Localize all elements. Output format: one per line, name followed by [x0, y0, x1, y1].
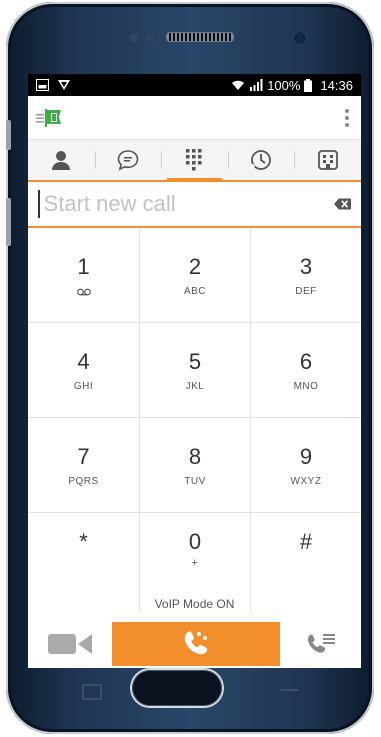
key-digit: 1 [77, 254, 90, 279]
voip-mode-status: VoIP Mode ON [154, 597, 235, 611]
key-5[interactable]: 5 JKL [140, 323, 251, 418]
phone-screen: 100% 14:36 Start new call 1 2 ABC 3 DEF … [28, 74, 361, 668]
key-digit: 8 [188, 443, 202, 469]
chat-bubble-icon [117, 150, 139, 171]
phone-list-icon [307, 634, 335, 653]
volume-down-button [6, 198, 11, 246]
key-9[interactable]: 9 WXYZ [251, 418, 361, 513]
tab-history[interactable] [227, 140, 295, 180]
app-logo-icon [45, 108, 61, 127]
signal-icon [250, 79, 263, 91]
building-icon [317, 150, 338, 170]
text-cursor [38, 190, 40, 218]
key-digit: 2 [188, 253, 202, 279]
battery-percent: 100% [267, 77, 301, 93]
key-2[interactable]: 2 ABC [140, 228, 251, 323]
key-8[interactable]: 8 TUV [140, 418, 251, 513]
voice-call-button[interactable] [112, 622, 280, 666]
key-digit: 3 [299, 253, 313, 279]
proximity-sensor [130, 34, 138, 42]
key-digit: # [299, 529, 313, 554]
shield-notification-icon [58, 80, 70, 90]
key-4[interactable]: 4 GHI [28, 323, 140, 418]
key-digit: 6 [299, 348, 313, 374]
key-letters: MNO [293, 380, 319, 392]
tab-directory[interactable] [294, 140, 361, 180]
volume-up-button [6, 120, 11, 150]
tab-contacts[interactable] [28, 140, 95, 180]
call-action-bar [28, 620, 361, 668]
tab-chat[interactable] [94, 140, 162, 180]
gallery-notification-icon [36, 79, 49, 91]
key-digit: * [79, 529, 88, 554]
hamburger-icon [36, 113, 44, 122]
key-digit: 7 [77, 443, 90, 469]
key-digit: 0 [188, 529, 202, 554]
key-3[interactable]: 3 DEF [251, 228, 361, 323]
clock-time: 14:36 [320, 77, 353, 93]
drawer-toggle[interactable] [36, 108, 63, 128]
light-sensor [146, 34, 154, 42]
dialpad-icon [186, 149, 202, 171]
key-7[interactable]: 7 PQRS [28, 418, 140, 513]
key-letters: PQRS [68, 475, 99, 487]
key-letters: GHI [73, 380, 94, 392]
main-tab-bar [28, 140, 361, 182]
person-icon [52, 151, 71, 170]
home-button[interactable] [132, 670, 222, 706]
key-1[interactable]: 1 [28, 228, 140, 323]
dial-input-row [28, 182, 361, 228]
dialpad-grid: 1 2 ABC 3 DEF 4 GHI 5 JKL 6 MNO 7 PQRS 8 [28, 228, 361, 513]
video-call-button[interactable] [28, 620, 112, 668]
key-digit: 5 [188, 348, 202, 374]
wifi-icon [232, 80, 245, 90]
overflow-menu-button[interactable] [341, 105, 353, 131]
key-6[interactable]: 6 MNO [251, 323, 361, 418]
front-camera [294, 32, 306, 44]
key-letters: DEF [295, 285, 317, 297]
key-letters: JKL [185, 380, 205, 392]
key-digit: 4 [77, 348, 90, 374]
key-letters: ABC [183, 285, 207, 297]
status-bar: 100% 14:36 [28, 74, 361, 96]
backspace-icon[interactable] [333, 197, 351, 211]
dot [345, 115, 349, 120]
call-log-button[interactable] [280, 631, 361, 657]
battery-icon [304, 78, 313, 92]
clock-icon [249, 150, 271, 170]
voicemail-icon [76, 288, 91, 296]
dial-number-input[interactable] [41, 190, 334, 218]
app-bar [28, 96, 361, 140]
recent-apps-button[interactable] [82, 684, 102, 700]
earpiece-speaker [166, 32, 234, 42]
video-camera-icon [48, 634, 92, 654]
dot [345, 108, 349, 113]
back-arrow-icon[interactable] [280, 688, 298, 692]
tab-dialpad[interactable] [161, 140, 228, 182]
key-letters: + [191, 557, 199, 569]
key-letters: TUV [184, 475, 206, 487]
phone-call-icon [184, 631, 208, 655]
key-letters: WXYZ [290, 475, 322, 487]
dot [345, 122, 349, 127]
key-digit: 9 [299, 443, 313, 469]
